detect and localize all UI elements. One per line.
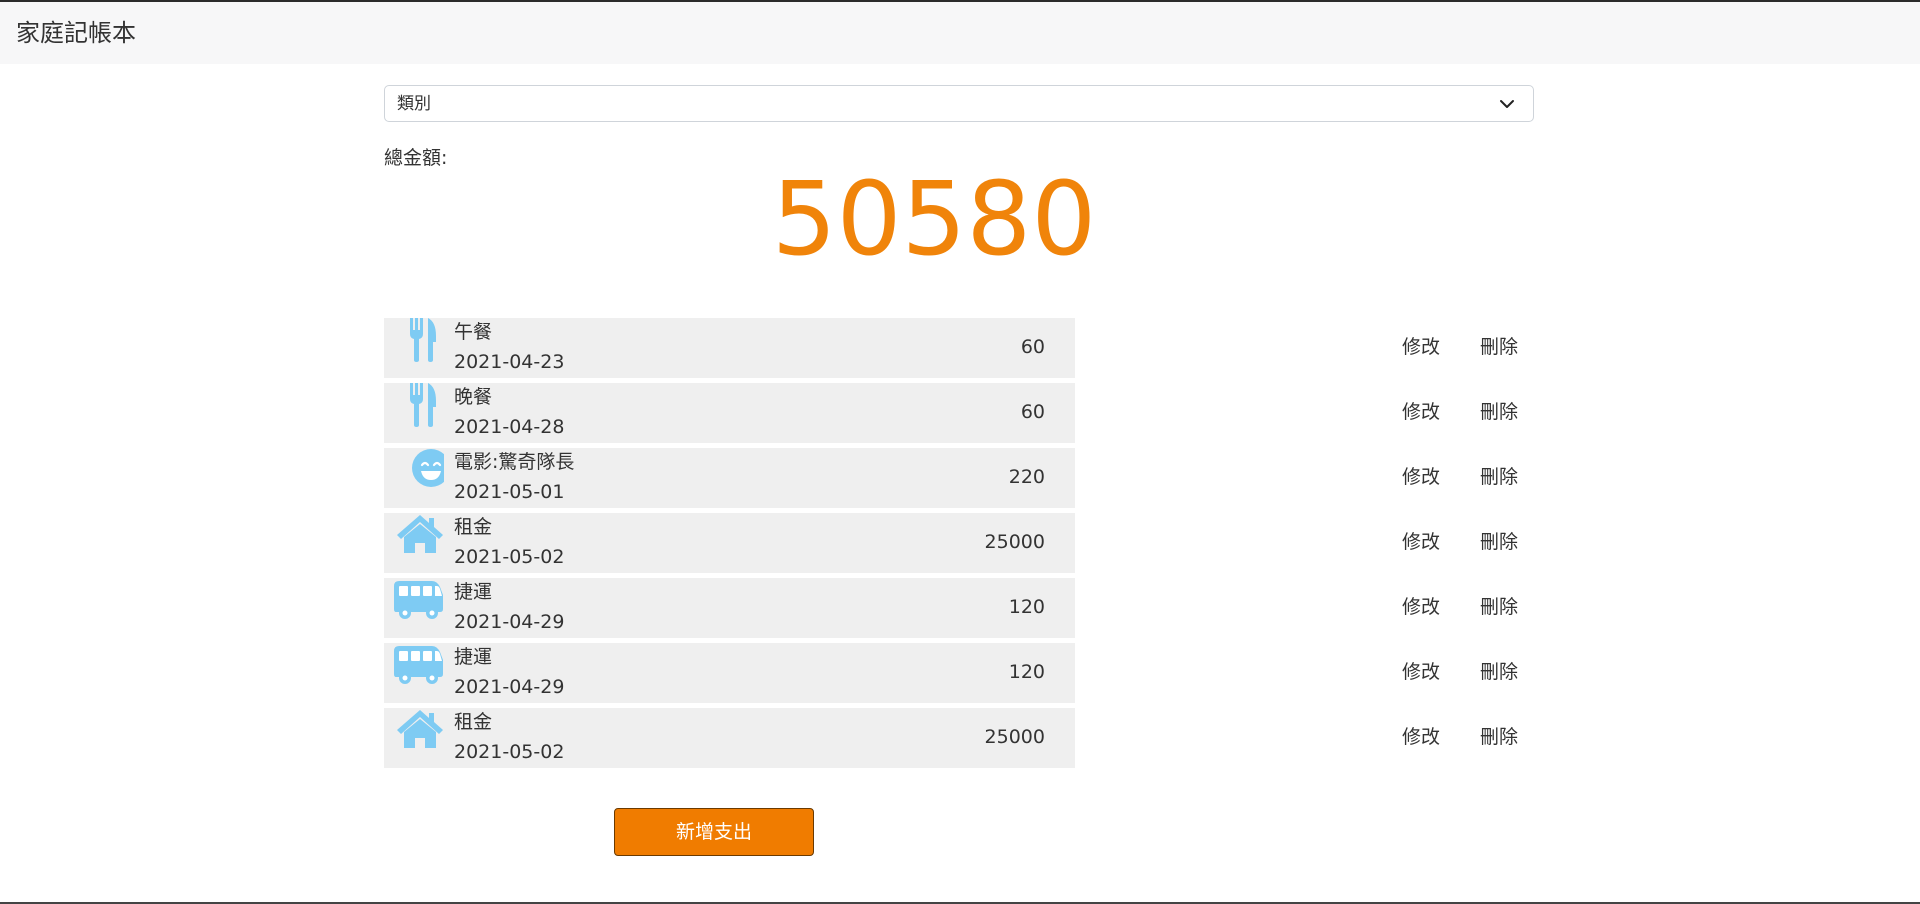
- edit-button[interactable]: 修改: [1402, 660, 1440, 684]
- delete-button[interactable]: 刪除: [1480, 725, 1518, 749]
- expense-amount: 220: [1008, 466, 1045, 488]
- expense-list: 午餐 2021-04-23 60 修改 刪除 晚餐 2021-04-28 60 …: [384, 318, 1520, 773]
- delete-button[interactable]: 刪除: [1480, 530, 1518, 554]
- expense-card: 租金 2021-05-02 25000: [384, 708, 1075, 768]
- expense-date: 2021-04-23: [454, 351, 565, 373]
- expense-row: 捷運 2021-04-29 120 修改 刪除: [384, 643, 1520, 703]
- expense-amount: 25000: [984, 531, 1045, 553]
- expense-row: 晚餐 2021-04-28 60 修改 刪除: [384, 383, 1520, 443]
- expense-card: 租金 2021-05-02 25000: [384, 513, 1075, 573]
- expense-name: 租金: [454, 516, 493, 538]
- total-amount: 50580: [771, 160, 1097, 279]
- expense-amount: 25000: [984, 726, 1045, 748]
- expense-name: 午餐: [454, 321, 493, 343]
- home-icon: [392, 708, 444, 752]
- edit-button[interactable]: 修改: [1402, 465, 1440, 489]
- expense-card: 捷運 2021-04-29 120: [384, 578, 1075, 638]
- delete-button[interactable]: 刪除: [1480, 660, 1518, 684]
- delete-button[interactable]: 刪除: [1480, 335, 1518, 359]
- expense-card: 捷運 2021-04-29 120: [384, 643, 1075, 703]
- total-label: 總金額:: [384, 147, 448, 169]
- edit-button[interactable]: 修改: [1402, 400, 1440, 424]
- utensils-icon: [392, 318, 444, 362]
- delete-button[interactable]: 刪除: [1480, 400, 1518, 424]
- expense-card: 晚餐 2021-04-28 60: [384, 383, 1075, 443]
- expense-date: 2021-05-02: [454, 741, 565, 763]
- category-select[interactable]: 類別: [384, 85, 1534, 122]
- edit-button[interactable]: 修改: [1402, 725, 1440, 749]
- expense-row: 租金 2021-05-02 25000 修改 刪除: [384, 708, 1520, 768]
- expense-amount: 120: [1008, 596, 1045, 618]
- expense-row: 租金 2021-05-02 25000 修改 刪除: [384, 513, 1520, 573]
- smile-icon: [392, 448, 444, 492]
- expense-card: 電影:驚奇隊長 2021-05-01 220: [384, 448, 1075, 508]
- edit-button[interactable]: 修改: [1402, 595, 1440, 619]
- utensils-icon: [392, 383, 444, 427]
- app-title[interactable]: 家庭記帳本: [16, 17, 136, 49]
- home-icon: [392, 513, 444, 557]
- expense-amount: 60: [1020, 401, 1045, 423]
- expense-row: 捷運 2021-04-29 120 修改 刪除: [384, 578, 1520, 638]
- delete-button[interactable]: 刪除: [1480, 465, 1518, 489]
- chevron-down-icon: [1497, 94, 1517, 114]
- expense-date: 2021-04-29: [454, 611, 565, 633]
- edit-button[interactable]: 修改: [1402, 530, 1440, 554]
- expense-date: 2021-05-01: [454, 481, 565, 503]
- expense-card: 午餐 2021-04-23 60: [384, 318, 1075, 378]
- navbar: 家庭記帳本: [0, 2, 1920, 64]
- expense-row: 電影:驚奇隊長 2021-05-01 220 修改 刪除: [384, 448, 1520, 508]
- category-select-value: 類別: [397, 94, 431, 114]
- expense-date: 2021-04-29: [454, 676, 565, 698]
- expense-date: 2021-04-28: [454, 416, 565, 438]
- bus-icon: [392, 643, 444, 687]
- delete-button[interactable]: 刪除: [1480, 595, 1518, 619]
- expense-name: 租金: [454, 711, 493, 733]
- expense-amount: 60: [1020, 336, 1045, 358]
- edit-button[interactable]: 修改: [1402, 335, 1440, 359]
- expense-amount: 120: [1008, 661, 1045, 683]
- expense-name: 捷運: [454, 646, 493, 668]
- expense-date: 2021-05-02: [454, 546, 565, 568]
- expense-row: 午餐 2021-04-23 60 修改 刪除: [384, 318, 1520, 378]
- expense-name: 捷運: [454, 581, 493, 603]
- expense-name: 電影:驚奇隊長: [454, 451, 575, 473]
- expense-name: 晚餐: [454, 386, 493, 408]
- bus-icon: [392, 578, 444, 622]
- add-expense-button[interactable]: 新增支出: [614, 808, 814, 856]
